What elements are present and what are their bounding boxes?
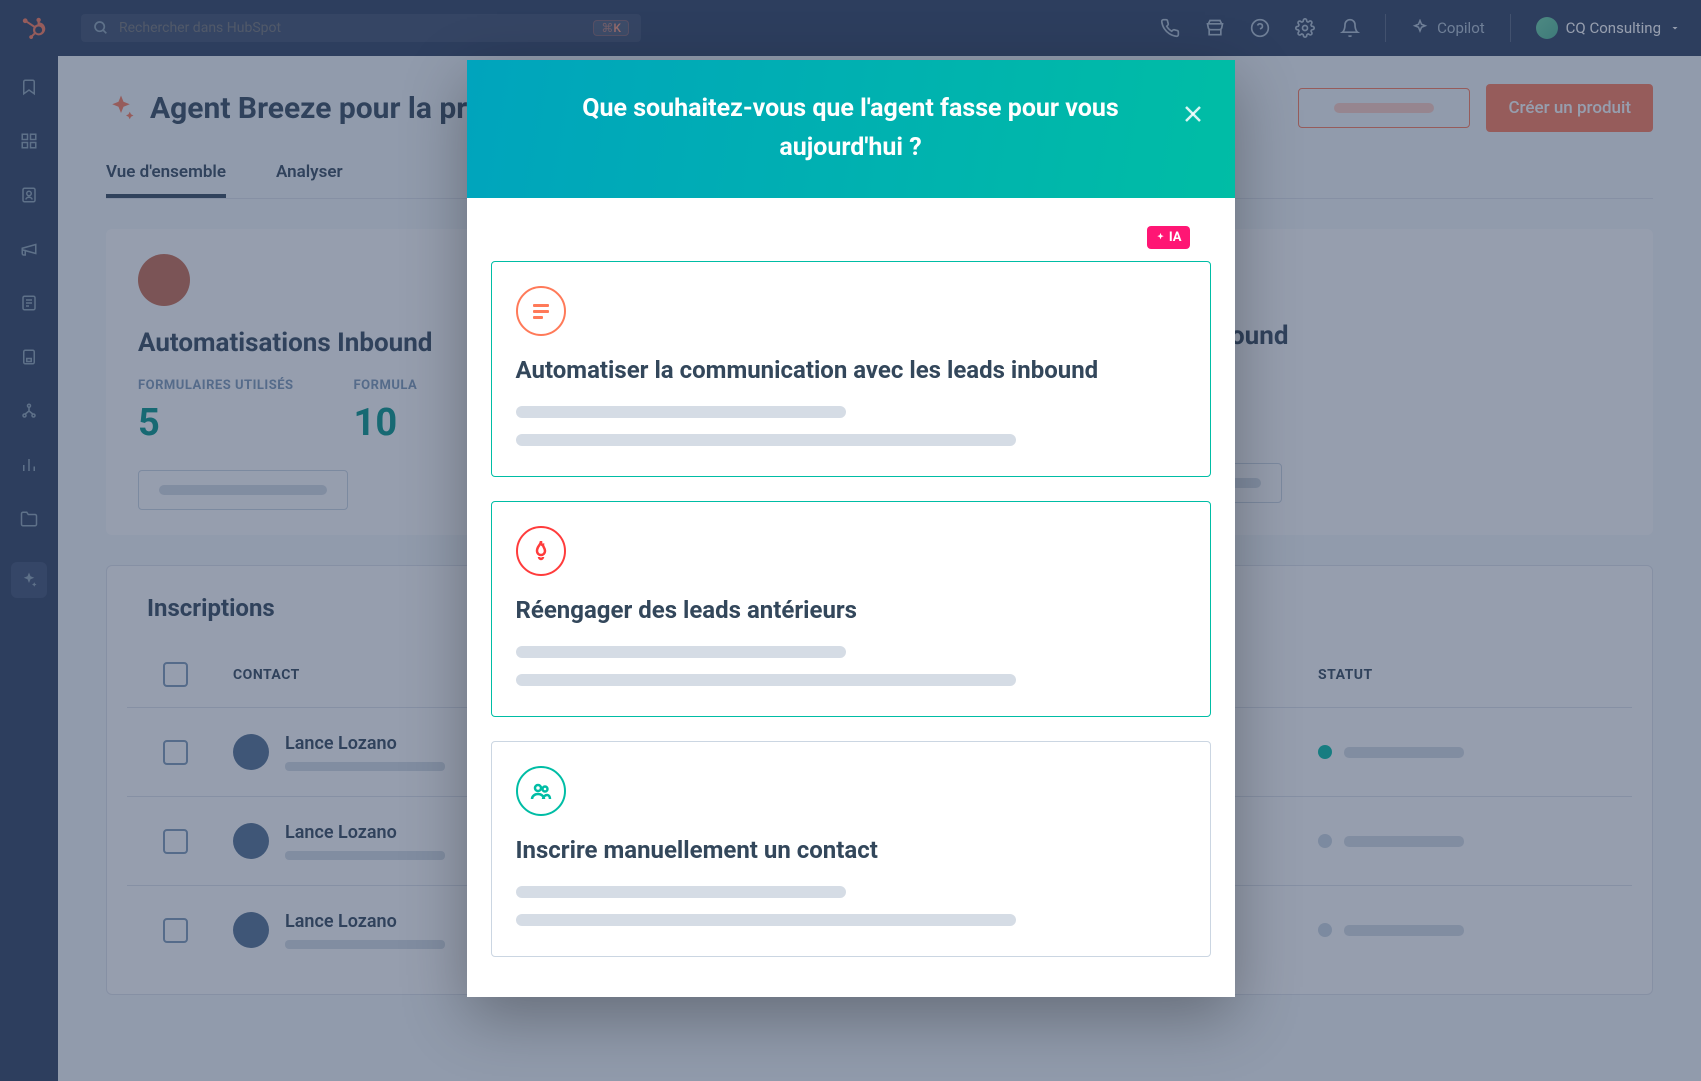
modal-dialog: Que souhaitez-vous que l'agent fasse pou…	[467, 60, 1235, 997]
option-title: Réengager des leads antérieurs	[516, 596, 1186, 624]
form-icon	[516, 286, 566, 336]
option-title: Automatiser la communication avec les le…	[516, 356, 1186, 384]
users-icon	[516, 766, 566, 816]
skeleton	[516, 886, 846, 898]
modal-body: IA Automatiser la communication avec les…	[467, 198, 1235, 997]
skeleton	[516, 406, 846, 418]
ia-badge: IA	[1147, 226, 1190, 249]
modal-option-enroll-manual[interactable]: Inscrire manuellement un contact	[491, 741, 1211, 957]
modal-option-automate[interactable]: Automatiser la communication avec les le…	[491, 261, 1211, 477]
sparkle-small-icon	[1155, 232, 1166, 243]
flame-icon	[516, 526, 566, 576]
modal-close-button[interactable]	[1181, 102, 1205, 126]
skeleton	[516, 646, 846, 658]
close-icon	[1181, 102, 1205, 126]
skeleton	[516, 434, 1016, 446]
modal-title: Que souhaitez-vous que l'agent fasse pou…	[561, 90, 1141, 168]
option-title: Inscrire manuellement un contact	[516, 836, 1186, 864]
skeleton	[516, 914, 1016, 926]
modal-header: Que souhaitez-vous que l'agent fasse pou…	[467, 60, 1235, 198]
modal-option-reengage[interactable]: Réengager des leads antérieurs	[491, 501, 1211, 717]
skeleton	[516, 674, 1016, 686]
